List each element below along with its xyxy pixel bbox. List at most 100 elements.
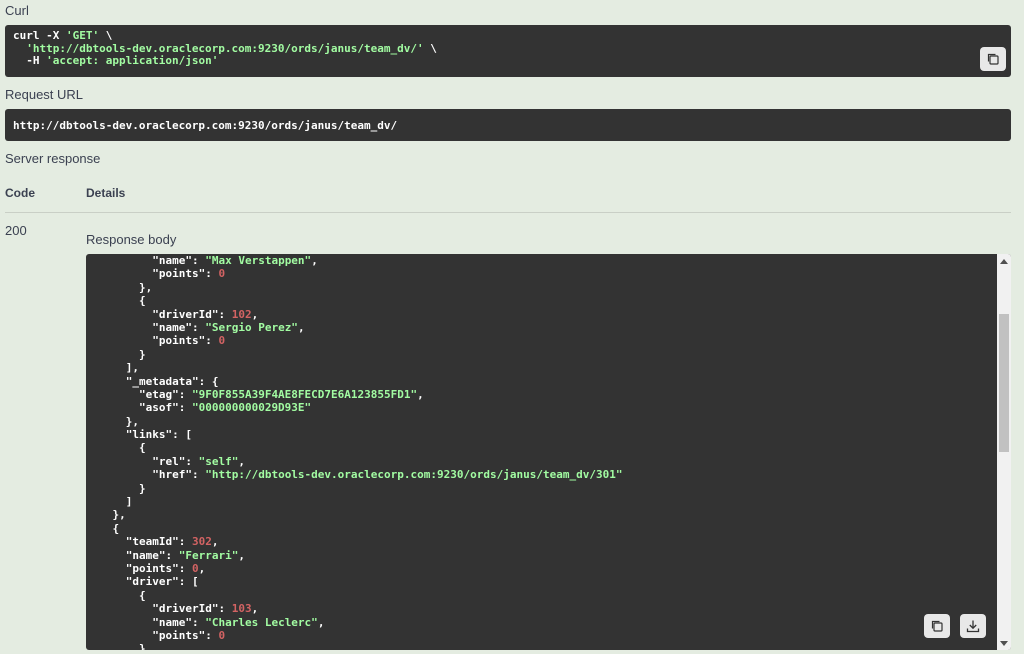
- response-json-line: {: [86, 294, 622, 307]
- response-json-line: "href": "http://dbtools-dev.oraclecorp.c…: [86, 468, 622, 481]
- copy-icon: [931, 620, 943, 632]
- curl-token: curl -X: [13, 29, 66, 42]
- response-json-line: "driver": [: [86, 575, 622, 588]
- response-json-token: ,: [238, 454, 245, 468]
- curl-token: -H: [13, 54, 47, 67]
- response-json-line: }: [86, 348, 622, 361]
- response-json-token: ,: [198, 561, 206, 575]
- response-json-token: "points":: [86, 334, 219, 348]
- response-json-token: "name":: [86, 320, 206, 334]
- response-json-line: "name": "Max Verstappen",: [86, 254, 622, 267]
- response-copy-button[interactable]: [924, 614, 950, 638]
- response-json-token: ,: [317, 615, 325, 629]
- response-json-line: ],: [86, 361, 622, 374]
- response-json-line: "points": 0: [86, 267, 622, 280]
- response-download-button[interactable]: [960, 614, 986, 638]
- response-json-token: ,: [297, 320, 305, 334]
- scrollbar-thumb[interactable]: [999, 314, 1009, 452]
- response-json-token: }: [86, 481, 146, 495]
- response-json-token: "name":: [86, 254, 206, 267]
- response-json-token: {: [86, 588, 146, 602]
- response-json-token: "href":: [86, 468, 206, 482]
- response-json-token: "9F0F855A39F4AE8FECD7E6A123855FD1": [191, 387, 418, 401]
- response-json-token: "_metadata": {: [86, 374, 219, 388]
- response-json-token: 102: [231, 307, 252, 321]
- response-json-token: {: [86, 294, 146, 308]
- response-json-line: "name": "Charles Leclerc",: [86, 616, 622, 629]
- curl-token: \: [423, 41, 437, 55]
- response-json-line: "name": "Sergio Perez",: [86, 321, 622, 334]
- response-json-token: 0: [191, 561, 199, 575]
- request-url-block[interactable]: http://dbtools-dev.oraclecorp.com:9230/o…: [5, 109, 1011, 141]
- response-json-line: "_metadata": {: [86, 375, 622, 388]
- response-json-token: },: [86, 280, 153, 294]
- code-column-header: Code: [5, 186, 35, 200]
- header-divider: [5, 212, 1011, 213]
- scroll-down-arrow-icon[interactable]: [997, 636, 1011, 650]
- response-json-token: ,: [251, 307, 259, 321]
- response-json-line: "teamId": 302,: [86, 535, 622, 548]
- response-json-token: ],: [86, 361, 139, 375]
- response-json-line: {: [86, 441, 622, 454]
- curl-code-block[interactable]: curl -X 'GET' \ 'http://dbtools-dev.orac…: [5, 25, 1011, 77]
- curl-token: [13, 42, 26, 55]
- scroll-up-arrow-icon[interactable]: [997, 254, 1011, 268]
- response-json-token: 302: [191, 535, 212, 549]
- response-json-token: "name":: [86, 615, 206, 629]
- response-json-line: "rel": "self",: [86, 455, 622, 468]
- copy-icon: [987, 53, 999, 65]
- response-json-line: },: [86, 415, 622, 428]
- response-json-token: "rel":: [86, 454, 199, 468]
- response-json-token: "Ferrari": [178, 548, 239, 562]
- response-json-token: "http://dbtools-dev.oraclecorp.com:9230/…: [205, 468, 623, 482]
- response-json-line: {: [86, 589, 622, 602]
- response-json-token: "points":: [86, 267, 219, 281]
- response-json-token: "points":: [86, 628, 219, 642]
- response-json-token: "driver": [: [86, 575, 199, 589]
- response-json-line: },: [86, 281, 622, 294]
- server-response-label: Server response: [5, 151, 101, 166]
- response-json-line: ]: [86, 495, 622, 508]
- response-json-line: "points": 0,: [86, 562, 622, 575]
- response-json-line: "asof": "000000000029D93E": [86, 401, 622, 414]
- response-json-line: {: [86, 522, 622, 535]
- curl-label: Curl: [5, 3, 29, 18]
- details-column-header: Details: [86, 186, 126, 200]
- response-json-token: "teamId":: [86, 535, 192, 549]
- response-status-code: 200: [5, 223, 27, 238]
- response-json-line: "name": "Ferrari",: [86, 549, 622, 562]
- response-json-line: "driverId": 103,: [86, 602, 622, 615]
- response-json-token: 0: [218, 267, 226, 281]
- response-json-line: "points": 0: [86, 629, 622, 642]
- response-json-token: "links": [: [86, 428, 192, 442]
- response-json-token: "Sergio Perez": [205, 320, 298, 334]
- response-json-token: ]: [86, 495, 133, 509]
- curl-token: \: [99, 29, 113, 42]
- response-json-token: "self": [198, 454, 239, 468]
- response-json-token: "etag":: [86, 387, 192, 401]
- response-scrollbar[interactable]: [997, 254, 1011, 650]
- curl-token: 'GET': [65, 29, 100, 42]
- download-icon: [966, 620, 980, 633]
- response-json-token: "Max Verstappen": [205, 254, 312, 267]
- response-json-line: }: [86, 642, 622, 650]
- response-json-token: "000000000029D93E": [191, 401, 312, 415]
- response-json-token: ,: [417, 387, 424, 401]
- curl-line: -H 'accept: application/json': [13, 54, 1003, 68]
- curl-copy-button[interactable]: [980, 47, 1006, 71]
- response-body-block[interactable]: "name": "Max Verstappen", "points": 0 },…: [86, 254, 1011, 650]
- response-json-token: ,: [311, 254, 318, 267]
- response-json-line: "etag": "9F0F855A39F4AE8FECD7E6A123855FD…: [86, 388, 622, 401]
- response-json-token: {: [86, 521, 120, 535]
- response-json-token: 0: [218, 628, 226, 642]
- response-json-token: },: [86, 508, 126, 522]
- response-json-line: "driverId": 102,: [86, 308, 622, 321]
- response-json-token: ,: [238, 548, 245, 562]
- response-json-token: }: [86, 347, 146, 361]
- response-json-token: "driverId":: [86, 307, 232, 321]
- response-json-token: 0: [218, 334, 226, 348]
- response-json-line: }: [86, 482, 622, 495]
- request-url-label: Request URL: [5, 87, 84, 102]
- response-json-token: ,: [211, 535, 219, 549]
- response-json-token: "name":: [86, 548, 179, 562]
